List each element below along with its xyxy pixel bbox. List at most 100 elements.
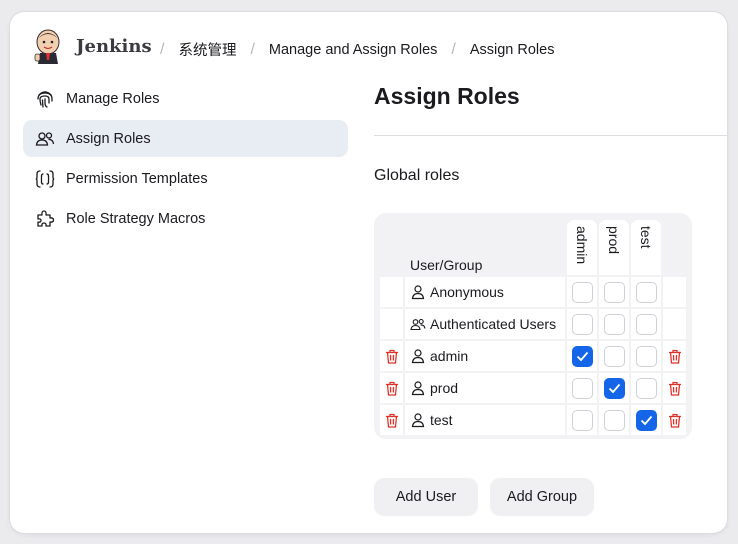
role-checkbox[interactable] xyxy=(635,345,657,367)
trash-icon[interactable] xyxy=(668,413,682,428)
breadcrumb-separator: / xyxy=(451,40,456,58)
role-checkbox-cell xyxy=(631,405,661,435)
role-header-prod: prod xyxy=(599,220,629,275)
delete-cell xyxy=(380,309,403,339)
role-checkbox-cell xyxy=(599,341,629,371)
user-group-cell: Authenticated Users xyxy=(405,309,565,339)
check-icon xyxy=(640,415,652,425)
app-window: Jenkins / 系统管理 / Manage and Assign Roles… xyxy=(10,12,727,533)
breadcrumb-separator: / xyxy=(250,40,255,58)
user-icon xyxy=(410,284,426,300)
role-checkbox-checked[interactable] xyxy=(635,409,657,431)
role-checkbox-cell xyxy=(567,373,597,403)
user-group-cell: test xyxy=(405,405,565,435)
role-checkbox-cell xyxy=(567,277,597,307)
breadcrumb-item-manage-and-assign-roles[interactable]: Manage and Assign Roles xyxy=(269,42,437,58)
user-icon xyxy=(410,348,426,364)
breadcrumb-item-assign-roles[interactable]: Assign Roles xyxy=(470,42,555,58)
sidebar-item-label: Manage Roles xyxy=(66,90,160,107)
user-group-cell: admin xyxy=(405,341,565,371)
delete-cell xyxy=(663,373,686,403)
role-header-label: test xyxy=(638,226,654,249)
table-row: admin xyxy=(380,341,687,371)
role-checkbox-cell xyxy=(567,309,597,339)
breadcrumb-separator: / xyxy=(160,40,165,58)
table-row: Authenticated Users xyxy=(380,309,687,339)
breadcrumb-item-system-management[interactable]: 系统管理 xyxy=(178,39,236,60)
role-checkbox[interactable] xyxy=(635,281,657,303)
role-checkbox[interactable] xyxy=(571,377,593,399)
role-checkbox[interactable] xyxy=(603,281,625,303)
role-checkbox-cell xyxy=(631,341,661,371)
delete-cell xyxy=(380,341,403,371)
role-checkbox-cell xyxy=(599,405,629,435)
role-checkbox[interactable] xyxy=(603,313,625,335)
brand-name[interactable]: Jenkins xyxy=(76,36,152,57)
sidebar-item-role-strategy-macros[interactable]: Role Strategy Macros xyxy=(23,200,348,237)
check-icon xyxy=(576,351,588,361)
role-checkbox-cell xyxy=(599,373,629,403)
delete-cell xyxy=(663,277,686,307)
sidebar-item-label: Permission Templates xyxy=(66,170,208,187)
role-checkbox[interactable] xyxy=(603,345,625,367)
table-row: prod xyxy=(380,373,687,403)
role-checkbox[interactable] xyxy=(571,409,593,431)
role-checkbox[interactable] xyxy=(571,281,593,303)
fingerprint-icon xyxy=(35,89,55,109)
title-divider xyxy=(374,135,727,136)
add-group-button[interactable]: Add Group xyxy=(490,478,594,516)
role-checkbox-cell xyxy=(631,373,661,403)
user-icon xyxy=(410,380,426,396)
user-group-cell: prod xyxy=(405,373,565,403)
role-header-label: prod xyxy=(606,226,622,255)
role-checkbox-cell xyxy=(567,405,597,435)
top-header: Jenkins / 系统管理 / Manage and Assign Roles… xyxy=(10,12,727,84)
role-checkbox[interactable] xyxy=(635,313,657,335)
trash-icon[interactable] xyxy=(668,381,682,396)
trash-icon[interactable] xyxy=(385,349,399,364)
role-checkbox-cell xyxy=(631,277,661,307)
user-group-name: admin xyxy=(430,348,469,364)
delete-cell xyxy=(663,405,686,435)
jenkins-logo[interactable] xyxy=(32,28,64,64)
user-group-header: User/Group xyxy=(410,257,483,273)
table-row: Anonymous xyxy=(380,277,687,307)
delete-cell xyxy=(380,277,403,307)
breadcrumb: / 系统管理 / Manage and Assign Roles / Assig… xyxy=(160,39,554,60)
user-group-name: Anonymous xyxy=(430,284,504,300)
trash-icon[interactable] xyxy=(385,381,399,396)
trash-icon[interactable] xyxy=(385,413,399,428)
role-checkbox[interactable] xyxy=(603,409,625,431)
role-header-admin: admin xyxy=(567,220,597,275)
role-checkbox-cell xyxy=(599,309,629,339)
role-checkbox-checked[interactable] xyxy=(603,377,625,399)
user-group-name: Authenticated Users xyxy=(430,316,557,332)
check-icon xyxy=(608,383,620,393)
role-checkbox-checked[interactable] xyxy=(571,345,593,367)
role-header-test: test xyxy=(631,220,661,275)
delete-cell xyxy=(380,405,403,435)
main-content: Assign Roles Global roles User/Group adm… xyxy=(374,80,727,516)
role-checkbox[interactable] xyxy=(635,377,657,399)
role-header-label: admin xyxy=(574,226,590,265)
sidebar-item-permission-templates[interactable]: Permission Templates xyxy=(23,160,348,197)
role-checkbox-cell xyxy=(599,277,629,307)
delete-cell xyxy=(663,309,686,339)
user-group-name: test xyxy=(430,412,453,428)
user-icon xyxy=(410,412,426,428)
sidebar-item-label: Role Strategy Macros xyxy=(66,210,206,227)
role-checkbox-cell xyxy=(631,309,661,339)
trash-icon[interactable] xyxy=(668,349,682,364)
sidebar-item-label: Assign Roles xyxy=(66,130,151,147)
sidebar-item-assign-roles[interactable]: Assign Roles xyxy=(23,120,348,157)
group-icon xyxy=(410,316,426,332)
role-checkbox[interactable] xyxy=(571,313,593,335)
sidebar-item-manage-roles[interactable]: Manage Roles xyxy=(23,80,348,117)
section-title: Global roles xyxy=(374,167,460,184)
add-user-button[interactable]: Add User xyxy=(374,478,478,516)
page-title: Assign Roles xyxy=(374,83,520,109)
roles-table: User/Group admin prod test Anonymous Aut… xyxy=(374,213,692,439)
delete-cell xyxy=(380,373,403,403)
table-row: test xyxy=(380,405,687,435)
puzzle-icon xyxy=(35,209,55,229)
